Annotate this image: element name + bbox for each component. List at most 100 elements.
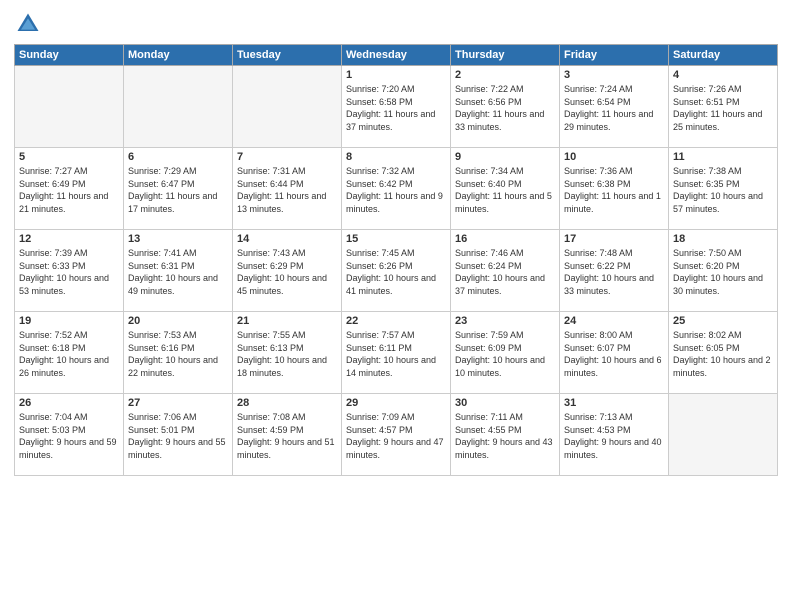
page-container: SundayMondayTuesdayWednesdayThursdayFrid…: [0, 0, 792, 612]
calendar-cell: 9 Sunrise: 7:34 AMSunset: 6:40 PMDaylight…: [451, 148, 560, 230]
day-info: Sunrise: 7:20 AMSunset: 6:58 PMDaylight:…: [346, 83, 446, 133]
calendar-cell: 4 Sunrise: 7:26 AMSunset: 6:51 PMDaylight…: [669, 66, 778, 148]
day-info: Sunrise: 7:29 AMSunset: 6:47 PMDaylight:…: [128, 165, 228, 215]
calendar-cell: 14Sunrise: 7:43 AMSunset: 6:29 PMDayligh…: [233, 230, 342, 312]
day-info: Sunrise: 7:53 AMSunset: 6:16 PMDaylight:…: [128, 329, 228, 379]
calendar-cell: [669, 394, 778, 476]
day-info: Sunrise: 7:32 AMSunset: 6:42 PMDaylight:…: [346, 165, 446, 215]
day-number: 23: [455, 315, 555, 327]
day-info: Sunrise: 7:38 AMSunset: 6:35 PMDaylight:…: [673, 165, 773, 215]
calendar-cell: 24 Sunrise: 8:00 AMSunset: 6:07 PMDayligh…: [560, 312, 669, 394]
day-info: Sunrise: 7:26 AMSunset: 6:51 PMDaylight:…: [673, 83, 773, 133]
calendar-cell: 10 Sunrise: 7:36 AMSunset: 6:38 PMDayligh…: [560, 148, 669, 230]
calendar-week-row: 26 Sunrise: 7:04 AMSunset: 5:03 PMDayligh…: [15, 394, 778, 476]
day-number: 11: [673, 151, 773, 163]
calendar-cell: 21Sunrise: 7:55 AMSunset: 6:13 PMDayligh…: [233, 312, 342, 394]
day-number: 18: [673, 233, 773, 245]
day-number: 17: [564, 233, 664, 245]
day-number: 19: [19, 315, 119, 327]
weekday-header-wednesday: Wednesday: [342, 45, 451, 66]
day-number: 28: [237, 397, 337, 409]
day-number: 8: [346, 151, 446, 163]
page-header: [14, 10, 778, 38]
day-number: 27: [128, 397, 228, 409]
calendar-cell: 3Sunrise: 7:24 AMSunset: 6:54 PMDaylight…: [560, 66, 669, 148]
calendar-cell: 8 Sunrise: 7:32 AMSunset: 6:42 PMDaylight…: [342, 148, 451, 230]
day-number: 26: [19, 397, 119, 409]
day-number: 13: [128, 233, 228, 245]
day-info: Sunrise: 7:36 AMSunset: 6:38 PMDaylight:…: [564, 165, 664, 215]
calendar-week-row: 1 Sunrise: 7:20 AMSunset: 6:58 PMDaylight…: [15, 66, 778, 148]
calendar-cell: 15Sunrise: 7:45 AMSunset: 6:26 PMDayligh…: [342, 230, 451, 312]
day-info: Sunrise: 7:22 AMSunset: 6:56 PMDaylight:…: [455, 83, 555, 133]
day-number: 30: [455, 397, 555, 409]
day-info: Sunrise: 7:31 AMSunset: 6:44 PMDaylight:…: [237, 165, 337, 215]
calendar-week-row: 5Sunrise: 7:27 AMSunset: 6:49 PMDaylight…: [15, 148, 778, 230]
day-info: Sunrise: 7:06 AMSunset: 5:01 PMDaylight:…: [128, 411, 228, 461]
day-number: 16: [455, 233, 555, 245]
day-info: Sunrise: 7:52 AMSunset: 6:18 PMDaylight:…: [19, 329, 119, 379]
calendar-table: SundayMondayTuesdayWednesdayThursdayFrid…: [14, 44, 778, 476]
day-number: 9: [455, 151, 555, 163]
calendar-cell: 25 Sunrise: 8:02 AMSunset: 6:05 PMDayligh…: [669, 312, 778, 394]
weekday-header-friday: Friday: [560, 45, 669, 66]
calendar-cell: [124, 66, 233, 148]
day-number: 22: [346, 315, 446, 327]
logo-icon: [14, 10, 42, 38]
calendar-week-row: 12 Sunrise: 7:39 AMSunset: 6:33 PMDayligh…: [15, 230, 778, 312]
day-number: 10: [564, 151, 664, 163]
day-number: 7: [237, 151, 337, 163]
day-number: 6: [128, 151, 228, 163]
calendar-cell: 29 Sunrise: 7:09 AMSunset: 4:57 PMDayligh…: [342, 394, 451, 476]
calendar-cell: 23 Sunrise: 7:59 AMSunset: 6:09 PMDayligh…: [451, 312, 560, 394]
day-number: 24: [564, 315, 664, 327]
calendar-cell: 20 Sunrise: 7:53 AMSunset: 6:16 PMDayligh…: [124, 312, 233, 394]
weekday-header-sunday: Sunday: [15, 45, 124, 66]
day-info: Sunrise: 7:48 AMSunset: 6:22 PMDaylight:…: [564, 247, 664, 297]
calendar-cell: 7 Sunrise: 7:31 AMSunset: 6:44 PMDaylight…: [233, 148, 342, 230]
day-number: 15: [346, 233, 446, 245]
calendar-cell: 30 Sunrise: 7:11 AMSunset: 4:55 PMDayligh…: [451, 394, 560, 476]
calendar-cell: 31 Sunrise: 7:13 AMSunset: 4:53 PMDayligh…: [560, 394, 669, 476]
calendar-cell: 5Sunrise: 7:27 AMSunset: 6:49 PMDaylight…: [15, 148, 124, 230]
day-number: 20: [128, 315, 228, 327]
day-info: Sunrise: 8:00 AMSunset: 6:07 PMDaylight:…: [564, 329, 664, 379]
day-info: Sunrise: 7:13 AMSunset: 4:53 PMDaylight:…: [564, 411, 664, 461]
day-info: Sunrise: 7:50 AMSunset: 6:20 PMDaylight:…: [673, 247, 773, 297]
calendar-cell: 17 Sunrise: 7:48 AMSunset: 6:22 PMDayligh…: [560, 230, 669, 312]
calendar-cell: 27 Sunrise: 7:06 AMSunset: 5:01 PMDayligh…: [124, 394, 233, 476]
day-number: 4: [673, 69, 773, 81]
day-info: Sunrise: 7:04 AMSunset: 5:03 PMDaylight:…: [19, 411, 119, 461]
calendar-cell: 16 Sunrise: 7:46 AMSunset: 6:24 PMDayligh…: [451, 230, 560, 312]
weekday-header-saturday: Saturday: [669, 45, 778, 66]
calendar-cell: 28 Sunrise: 7:08 AMSunset: 4:59 PMDayligh…: [233, 394, 342, 476]
day-info: Sunrise: 7:39 AMSunset: 6:33 PMDaylight:…: [19, 247, 119, 297]
day-number: 1: [346, 69, 446, 81]
day-info: Sunrise: 7:43 AMSunset: 6:29 PMDaylight:…: [237, 247, 337, 297]
day-number: 31: [564, 397, 664, 409]
day-number: 2: [455, 69, 555, 81]
calendar-cell: 18 Sunrise: 7:50 AMSunset: 6:20 PMDayligh…: [669, 230, 778, 312]
weekday-header-monday: Monday: [124, 45, 233, 66]
day-info: Sunrise: 7:46 AMSunset: 6:24 PMDaylight:…: [455, 247, 555, 297]
day-info: Sunrise: 7:11 AMSunset: 4:55 PMDaylight:…: [455, 411, 555, 461]
calendar-cell: [233, 66, 342, 148]
calendar-cell: 1 Sunrise: 7:20 AMSunset: 6:58 PMDaylight…: [342, 66, 451, 148]
day-info: Sunrise: 7:27 AMSunset: 6:49 PMDaylight:…: [19, 165, 119, 215]
day-number: 29: [346, 397, 446, 409]
calendar-cell: 2 Sunrise: 7:22 AMSunset: 6:56 PMDaylight…: [451, 66, 560, 148]
weekday-header-thursday: Thursday: [451, 45, 560, 66]
day-info: Sunrise: 7:34 AMSunset: 6:40 PMDaylight:…: [455, 165, 555, 215]
day-info: Sunrise: 8:02 AMSunset: 6:05 PMDaylight:…: [673, 329, 773, 379]
day-number: 25: [673, 315, 773, 327]
weekday-header-tuesday: Tuesday: [233, 45, 342, 66]
calendar-cell: 22Sunrise: 7:57 AMSunset: 6:11 PMDayligh…: [342, 312, 451, 394]
calendar-cell: 11 Sunrise: 7:38 AMSunset: 6:35 PMDayligh…: [669, 148, 778, 230]
logo: [14, 10, 44, 38]
day-info: Sunrise: 7:59 AMSunset: 6:09 PMDaylight:…: [455, 329, 555, 379]
calendar-cell: [15, 66, 124, 148]
day-info: Sunrise: 7:08 AMSunset: 4:59 PMDaylight:…: [237, 411, 337, 461]
day-number: 12: [19, 233, 119, 245]
day-info: Sunrise: 7:09 AMSunset: 4:57 PMDaylight:…: [346, 411, 446, 461]
day-info: Sunrise: 7:55 AMSunset: 6:13 PMDaylight:…: [237, 329, 337, 379]
